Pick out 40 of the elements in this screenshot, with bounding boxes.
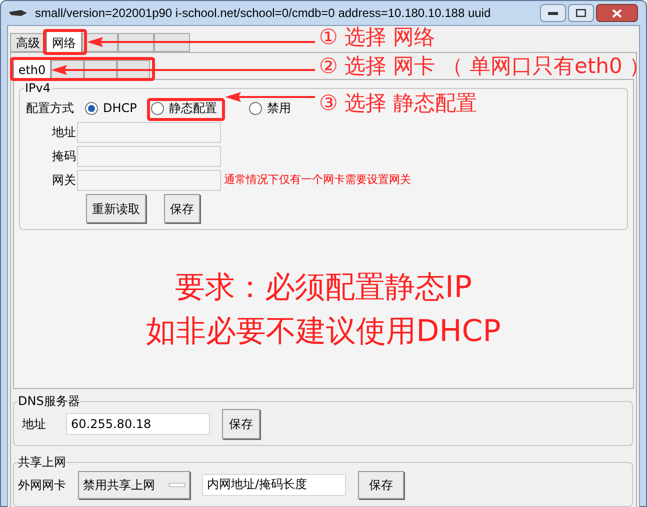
maximize-button[interactable]	[568, 4, 594, 22]
minimize-button[interactable]	[540, 4, 566, 22]
window-title: small/version=202001p90 i-school.net/school=0/cmdb=0 address=10.180.10.188 uuid	[35, 5, 491, 22]
field-label: 配置方式	[26, 100, 74, 117]
maximize-icon	[576, 9, 586, 17]
dns-address-field[interactable]: 60.255.80.18	[66, 412, 210, 434]
notice-text: 要求：必须配置静态IP	[175, 269, 472, 307]
highlight-box	[43, 29, 87, 55]
group-title: 共享上网	[18, 455, 66, 469]
annotation-text: ① 选择 网络	[319, 24, 436, 51]
field-label: 掩码	[51, 148, 77, 165]
radio-label[interactable]: 禁用	[266, 99, 291, 117]
radio-label[interactable]: DHCP	[103, 99, 137, 117]
annotation-text: ③ 选择 静态配置	[319, 90, 478, 117]
field-label: 网关	[51, 172, 77, 189]
tab[interactable]: 网络	[46, 31, 82, 53]
app-icon	[9, 9, 27, 17]
notice-text: 如非必要不建议使用DHCP	[146, 313, 501, 351]
annotation-text: ② 选择 网卡 （ 单网口只有eth0 ）	[319, 53, 647, 80]
subnet-field[interactable]: 内网地址/掩码长度	[202, 474, 346, 496]
radio-label[interactable]: 静态配置	[168, 99, 217, 117]
save-button[interactable]: 保存	[358, 470, 404, 498]
field-label: 外网网卡	[18, 476, 66, 494]
field-label: 地址	[51, 124, 77, 141]
dropdown-bar-icon	[169, 482, 185, 486]
minimize-icon	[548, 11, 558, 15]
hint-text: 通常情况下仅有一个网卡需要设置网关	[224, 172, 411, 188]
tab[interactable]: 高级	[10, 33, 46, 52]
save-button[interactable]: 保存	[222, 408, 260, 438]
group-title: DNS服务器	[18, 394, 80, 408]
sharing-dropdown[interactable]: 禁用共享上网	[78, 470, 190, 498]
close-button[interactable]	[596, 4, 638, 22]
radio-button[interactable]	[150, 102, 164, 114]
field-label: 地址	[22, 416, 46, 432]
close-icon	[612, 8, 622, 18]
radio-button[interactable]	[248, 102, 262, 114]
group-title: IPv4	[24, 81, 52, 95]
save-button[interactable]: 保存	[164, 194, 200, 223]
reload-button[interactable]: 重新读取	[86, 194, 146, 223]
radio-button[interactable]	[85, 102, 98, 114]
